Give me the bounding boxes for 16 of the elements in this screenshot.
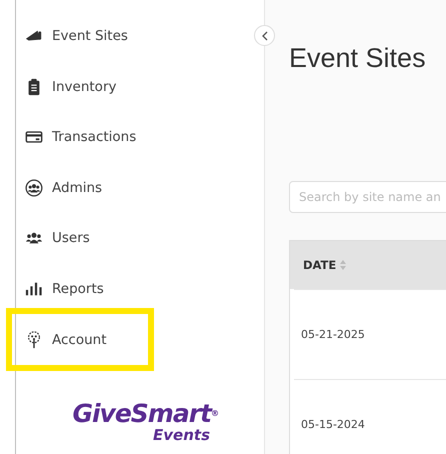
nav-link[interactable]: Event Sites (16, 11, 264, 62)
table-cell-text: 05-21-2025 (300, 328, 365, 341)
column-header[interactable]: DATE (290, 258, 346, 272)
group-circle-icon (25, 178, 43, 197)
nav-link[interactable]: Admins (16, 162, 264, 213)
table-cell-text: 05-15-2024 (300, 418, 365, 431)
collapse-button[interactable] (254, 25, 275, 46)
nav-link[interactable]: Inventory (16, 62, 264, 112)
chevron-left-icon (260, 30, 268, 40)
search-field[interactable]: Search by site name an (289, 181, 446, 213)
bar-chart-icon (25, 280, 43, 298)
page-title: Event Sites (289, 43, 427, 74)
tree-icon (25, 330, 43, 348)
brand-logo: GiveSmart$^{®}$ Events (71, 401, 218, 443)
nav-link[interactable]: Users (16, 213, 264, 264)
nav-link[interactable]: Transactions (16, 112, 264, 162)
